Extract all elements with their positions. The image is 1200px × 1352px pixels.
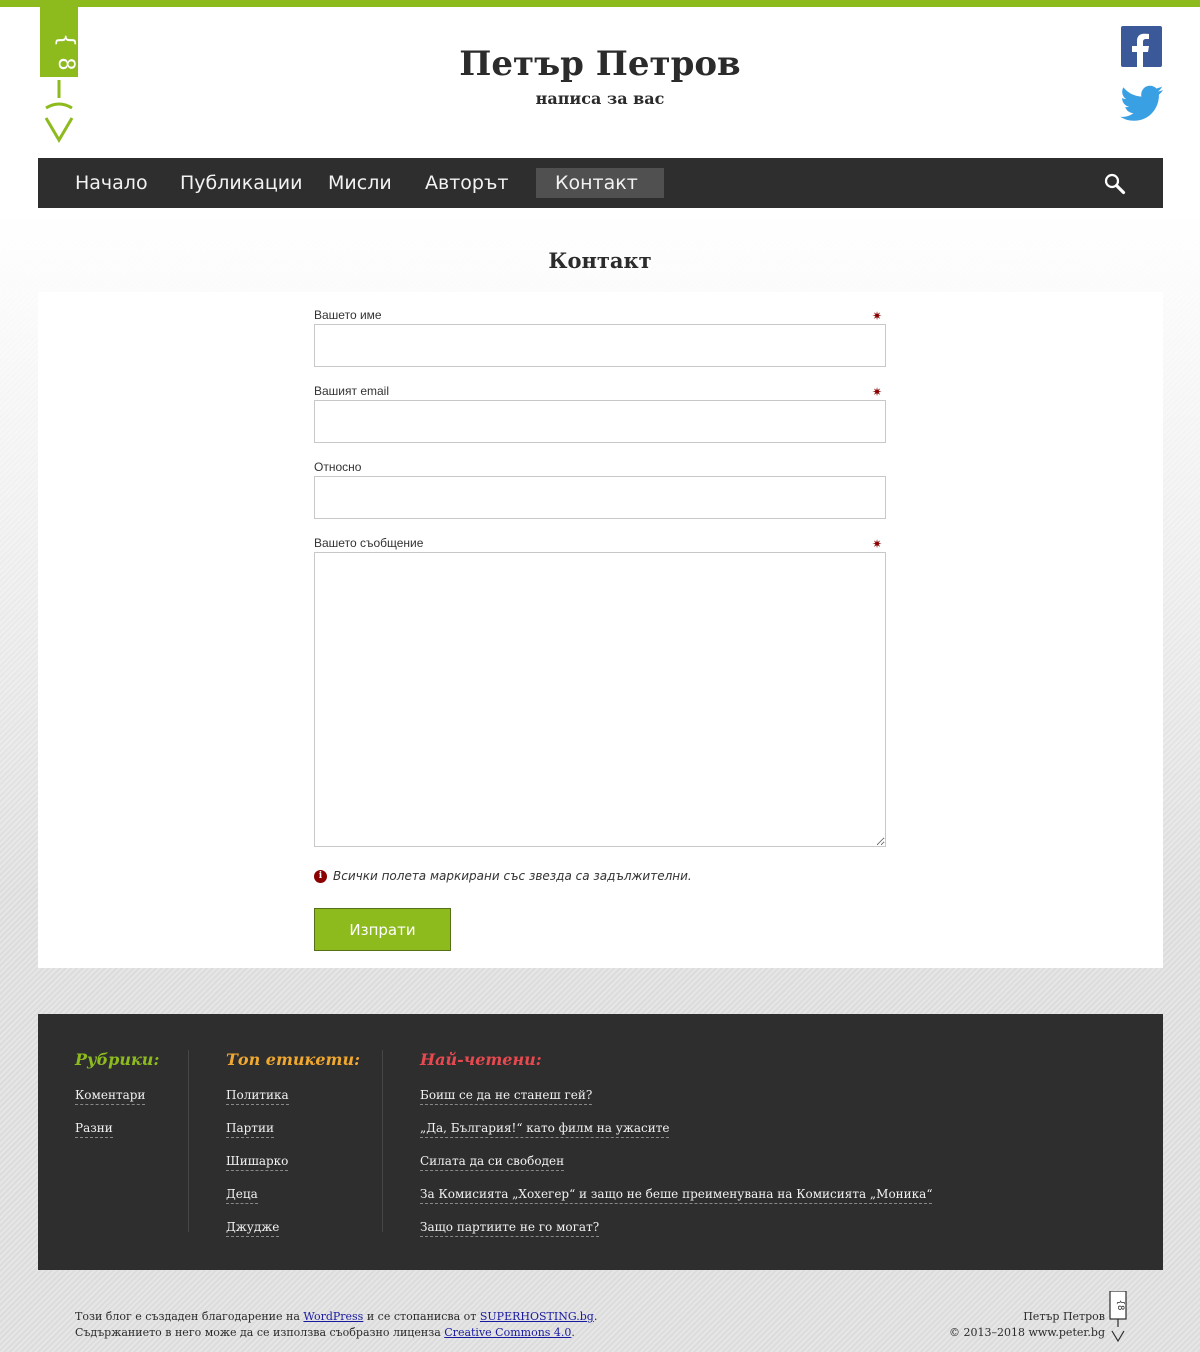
top-accent-bar	[0, 0, 1200, 7]
tags-widget: Топ етикети: Политика Партии Шишарко Дец…	[226, 1050, 360, 1249]
credits-text: .	[593, 1310, 598, 1323]
credits-line-2: Съдържанието в него може да се използва …	[75, 1325, 597, 1341]
creative-commons-link[interactable]: Creative Commons 4.0	[444, 1326, 571, 1339]
required-star-icon: ✷	[872, 537, 883, 551]
credits-text: и се стопанисва от	[363, 1310, 480, 1323]
popular-post-link[interactable]: Силата да си свободен	[420, 1154, 565, 1171]
popular-widget: Най-четени: Боиш се да не станеш гей? „Д…	[420, 1050, 933, 1249]
main-nav: Начало Публикации Мисли Авторът Контакт	[38, 158, 1163, 208]
nav-item-author[interactable]: Авторът	[406, 168, 527, 198]
nav-item-contact[interactable]: Контакт	[536, 168, 664, 198]
search-icon[interactable]	[1104, 173, 1126, 195]
tag-link[interactable]: Политика	[226, 1088, 289, 1105]
footer-divider	[188, 1050, 189, 1232]
message-field-label: Вашето съобщение	[314, 536, 424, 550]
category-link[interactable]: Коментари	[75, 1088, 146, 1105]
popular-heading: Най-четени:	[420, 1050, 542, 1069]
name-field-label: Вашето име	[314, 308, 382, 322]
categories-widget: Рубрики: Коментари Разни	[75, 1050, 159, 1150]
copyright-block: Петър Петров © 2013–2018 www.peter.bg	[949, 1309, 1105, 1341]
nav-item-publications[interactable]: Публикации	[161, 168, 322, 198]
categories-heading: Рубрики:	[75, 1050, 160, 1069]
page-title: Контакт	[548, 248, 652, 273]
superhosting-link[interactable]: SUPERHOSTING.bg	[480, 1310, 594, 1323]
required-notice: Всички полета маркирани със звезда са за…	[333, 869, 692, 883]
nav-item-home[interactable]: Начало	[56, 168, 167, 198]
email-field[interactable]	[314, 400, 886, 443]
site-tagline: написа за вас	[535, 89, 665, 108]
copyright-author: Петър Петров	[1023, 1310, 1105, 1323]
copyright-text: © 2013–2018 www.peter.bg	[948, 1326, 1105, 1339]
popular-post-link[interactable]: Боиш се да не станеш гей?	[420, 1088, 593, 1105]
footer-logo-icon: {8	[1109, 1291, 1127, 1343]
email-field-label: Вашият email	[314, 384, 390, 398]
nav-item-thoughts[interactable]: Мисли	[309, 168, 411, 198]
category-link[interactable]: Разни	[75, 1121, 113, 1138]
popular-post-link[interactable]: „Да, България!“ като филм на ужасите	[420, 1121, 670, 1138]
tag-link[interactable]: Деца	[226, 1187, 258, 1204]
credits-text: Този блог е създаден благодарение на	[75, 1310, 304, 1323]
submit-button[interactable]: Изпрати	[314, 908, 451, 951]
footer-divider	[382, 1050, 383, 1232]
message-field[interactable]	[314, 552, 886, 847]
popular-post-link[interactable]: За Комисията „Хохегер“ и защо не беше пр…	[420, 1187, 933, 1204]
info-icon: i	[314, 870, 327, 883]
required-star-icon: ✷	[872, 309, 883, 323]
facebook-icon[interactable]	[1121, 26, 1162, 67]
credits-line-1: Този блог е създаден благодарение на Wor…	[75, 1309, 597, 1325]
tags-heading: Топ етикети:	[226, 1050, 360, 1069]
tag-link[interactable]: Джудже	[226, 1220, 280, 1237]
site-title[interactable]: Петър Петров	[0, 44, 1200, 84]
tag-link[interactable]: Партии	[226, 1121, 274, 1138]
popular-post-link[interactable]: Защо партиите не го могат?	[420, 1220, 600, 1237]
name-field[interactable]	[314, 324, 886, 367]
subject-field-label: Относно	[314, 460, 362, 474]
footer-widgets: Рубрики: Коментари Разни Топ етикети: По…	[38, 1014, 1163, 1270]
credits-text: .	[571, 1326, 575, 1339]
svg-text:{8: {8	[1115, 1300, 1125, 1311]
credits: Този блог е създаден благодарение на Wor…	[75, 1309, 597, 1341]
wordpress-link[interactable]: WordPress	[303, 1310, 363, 1323]
credits-text: Съдържанието в него може да се използва …	[75, 1326, 445, 1339]
subject-field[interactable]	[314, 476, 886, 519]
tag-link[interactable]: Шишарко	[226, 1154, 289, 1171]
required-star-icon: ✷	[872, 385, 883, 399]
twitter-icon[interactable]	[1120, 85, 1164, 123]
contact-form-panel: Вашето име ✷ Вашият email ✷ Относно Ваше…	[38, 292, 1163, 968]
